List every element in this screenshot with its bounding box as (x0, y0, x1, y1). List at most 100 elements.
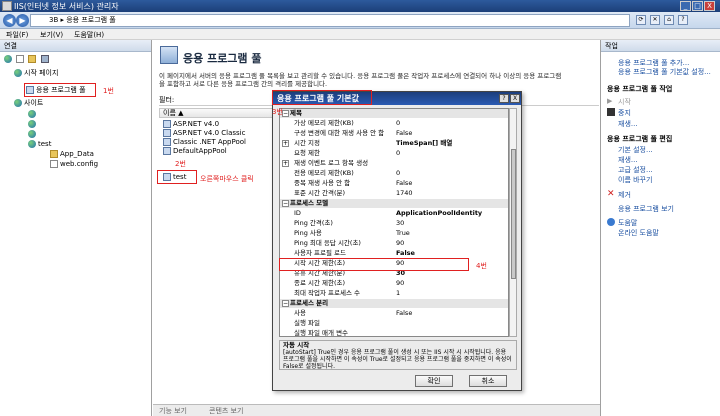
action-recycle[interactable]: 재생... (618, 119, 638, 129)
property-value[interactable]: TimeSpan[] 배열 (396, 139, 452, 148)
action-recycling[interactable]: 재생... (618, 155, 638, 165)
property-row[interactable]: 최대 작업자 프로세스 수 1 (280, 289, 508, 298)
features-view-tab[interactable]: 기능 보기 (159, 406, 187, 416)
action-basic-settings[interactable]: 기본 설정... (618, 145, 653, 155)
property-row[interactable]: 가상 메모리 제한(KB) 0 (280, 119, 508, 128)
property-value[interactable]: 1740 (396, 189, 413, 198)
list-item[interactable]: ASP.NET v4.0 (163, 120, 219, 128)
property-key: Ping 최대 응답 시간(초) (294, 239, 361, 247)
property-row[interactable]: 요청 제한 0 (280, 149, 508, 158)
maximize-button[interactable]: □ (692, 1, 703, 11)
property-value[interactable]: ApplicationPoolIdentity (396, 209, 482, 218)
window-title-bar: IIS(인터넷 정보 서비스) 관리자 _ □ X (0, 0, 720, 12)
action-stop[interactable]: 중지 (618, 108, 631, 118)
action-remove[interactable]: 제거 (618, 190, 631, 200)
cancel-button[interactable]: 취소 (469, 375, 507, 387)
property-section[interactable]: − 프로세스 모델 (280, 199, 508, 208)
action-help[interactable]: 도움말 (618, 218, 637, 228)
tree-sites[interactable]: 사이트 (14, 98, 43, 108)
action-advanced-settings[interactable]: 고급 설정... (618, 165, 653, 175)
property-row[interactable]: 전용 메모리 제한(KB) 0 (280, 169, 508, 178)
list-item[interactable]: Classic .NET AppPool (163, 138, 246, 146)
list-header-name[interactable]: 이름 ▲ (159, 108, 279, 118)
property-value[interactable]: 0 (396, 119, 400, 128)
property-row[interactable]: Ping 최대 응답 시간(초) 90 (280, 239, 508, 248)
property-row[interactable]: 사용자 프로필 로드 False (280, 249, 508, 258)
property-value[interactable]: 0 (396, 149, 400, 158)
property-key: 실행 파일 매개 변수 (294, 329, 349, 337)
property-value[interactable]: 30 (396, 219, 404, 228)
list-item[interactable]: ASP.NET v4.0 Classic (163, 129, 245, 137)
action-rename[interactable]: 이름 바꾸기 (618, 175, 652, 185)
property-value[interactable]: False (396, 129, 412, 138)
menu-file[interactable]: 파일(F) (6, 30, 28, 40)
connect-icon[interactable] (4, 55, 12, 63)
app-pool-icon (163, 129, 171, 137)
action-view-apps[interactable]: 응용 프로그램 보기 (618, 204, 674, 214)
property-row[interactable]: + 시간 지정 TimeSpan[] 배열 (280, 139, 508, 148)
property-row[interactable]: 종료 시간 제한(초) 90 (280, 279, 508, 288)
forward-icon[interactable]: ▶ (16, 14, 29, 27)
tree-site-2[interactable] (28, 120, 38, 128)
content-view-tab[interactable]: 콘텐츠 보기 (209, 406, 243, 416)
close-button[interactable]: X (704, 1, 715, 11)
tree-start-page[interactable]: 시작 페이지 (14, 68, 58, 78)
property-value[interactable]: False (396, 249, 415, 258)
action-set-defaults[interactable]: 응용 프로그램 풀 기본값 설정... (618, 67, 711, 77)
connections-header: 연결 (0, 40, 151, 52)
action-start[interactable]: 시작 (618, 97, 631, 107)
address-path[interactable]: 3B ▸ 응용 프로그램 풀 (30, 14, 630, 27)
save-icon[interactable] (16, 55, 25, 63)
collapse-icon[interactable]: − (282, 200, 289, 207)
property-value[interactable]: True (396, 229, 410, 238)
property-row[interactable]: 실행 파일 매개 변수 (280, 329, 508, 337)
tree-app-data[interactable]: App_Data (50, 150, 94, 158)
property-value[interactable]: False (396, 179, 412, 188)
minimize-button[interactable]: _ (680, 1, 691, 11)
property-row[interactable]: + 재생 이벤트 로그 항목 생성 (280, 159, 508, 168)
property-row[interactable]: 사용 False (280, 309, 508, 318)
property-row[interactable]: 구성 변경에 대한 재생 사용 안 함 False (280, 129, 508, 138)
property-row[interactable]: 중복 재생 사용 안 함 False (280, 179, 508, 188)
property-value[interactable]: 0 (396, 169, 400, 178)
refresh-icon[interactable]: ⟳ (636, 15, 646, 25)
expand-icon[interactable]: + (282, 140, 289, 147)
list-item[interactable]: DefaultAppPool (163, 147, 227, 155)
property-row[interactable]: 실행 파일 (280, 319, 508, 328)
property-row[interactable]: 표준 시간 간격(분) 1740 (280, 189, 508, 198)
remove-icon: ✕ (607, 189, 615, 199)
tree-web-config[interactable]: web.config (50, 160, 98, 168)
property-section[interactable]: − 제목 (280, 109, 508, 118)
action-online-help[interactable]: 온라인 도움말 (618, 228, 659, 238)
open-icon[interactable] (28, 55, 37, 63)
dialog-close-button[interactable]: X (510, 94, 520, 103)
ok-button[interactable]: 확인 (415, 375, 453, 387)
property-value[interactable]: 90 (396, 239, 404, 248)
property-section[interactable]: − 프로세스 분리 (280, 299, 508, 308)
tree-site-3[interactable] (28, 130, 38, 138)
help-icon[interactable]: ? (678, 15, 688, 25)
tree-site-4[interactable] (28, 140, 38, 148)
back-icon[interactable]: ◀ (3, 14, 16, 27)
refresh-tree-icon[interactable] (40, 55, 49, 63)
start-icon: ▶ (607, 97, 613, 105)
menu-help[interactable]: 도움말(H) (74, 30, 104, 40)
property-grid-scrollbar[interactable] (509, 108, 517, 337)
property-row[interactable]: ID ApplicationPoolIdentity (280, 209, 508, 218)
expand-icon[interactable]: + (282, 160, 289, 167)
collapse-icon[interactable]: − (282, 110, 289, 117)
dialog-help-button[interactable]: ? (499, 94, 509, 103)
tree-site-test[interactable]: test (38, 140, 51, 148)
property-value[interactable]: 90 (396, 279, 404, 288)
scrollbar-thumb[interactable] (511, 149, 516, 279)
property-row[interactable]: Ping 간격(초) 30 (280, 219, 508, 228)
property-value[interactable]: 1 (396, 289, 400, 298)
menu-bar: 파일(F) 보기(V) 도움말(H) (0, 29, 720, 40)
property-row[interactable]: Ping 사용 True (280, 229, 508, 238)
tree-site-1[interactable] (28, 110, 38, 118)
home-icon[interactable]: ⌂ (664, 15, 674, 25)
menu-view[interactable]: 보기(V) (40, 30, 63, 40)
property-value[interactable]: False (396, 309, 412, 318)
collapse-icon[interactable]: − (282, 300, 289, 307)
stop-icon[interactable]: ✕ (650, 15, 660, 25)
